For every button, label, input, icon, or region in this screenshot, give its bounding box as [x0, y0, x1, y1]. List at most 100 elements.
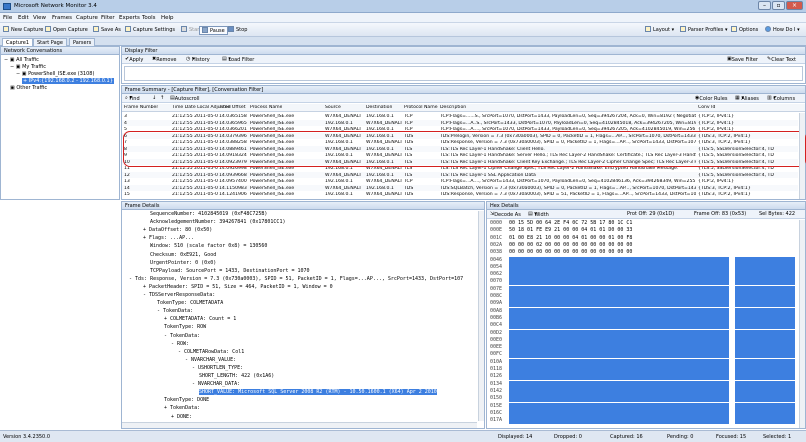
hex-row[interactable]: 017A: [487, 417, 798, 425]
col-protocol[interactable]: Protocol Name: [404, 105, 438, 111]
options-button[interactable]: Options: [731, 26, 758, 35]
details-vertical-scrollbar[interactable]: [478, 211, 484, 421]
hex-row[interactable]: 002A 00 00 00 02 00 00 00 00 00 00 00 00 …: [487, 242, 798, 249]
hex-row[interactable]: 001C 01 00 E8 21 10 00 00 04 01 00 00 01 …: [487, 235, 798, 242]
detail-node[interactable]: - NVARCHAR_VALUE:: [185, 357, 236, 364]
tab-start-page[interactable]: Start Page: [33, 38, 67, 46]
hex-row[interactable]: 0134: [487, 380, 798, 388]
detail-node[interactable]: + COLMETADATA: Count = 1: [164, 316, 236, 323]
col-destination[interactable]: Destination: [366, 105, 392, 111]
menu-capture[interactable]: Capture: [76, 15, 98, 21]
detail-node[interactable]: - NVARCHAR_DATA:: [192, 381, 240, 388]
detail-node[interactable]: TCPPayload: SourcePort = 1433, Destinati…: [150, 268, 310, 275]
history-button[interactable]: ◷ History ▾: [186, 56, 210, 63]
autoscroll-toggle[interactable]: ▤ Autoscroll: [170, 95, 199, 102]
width-button[interactable]: ▤ Width ▾: [528, 211, 549, 218]
col-source[interactable]: Source: [325, 105, 341, 111]
details-horizontal-scrollbar[interactable]: [122, 422, 477, 428]
col-time-offset[interactable]: Time Offset: [219, 105, 246, 111]
hex-row[interactable]: 016C: [487, 409, 798, 417]
hex-row[interactable]: 010A: [487, 358, 798, 366]
detail-node[interactable]: - COLMETARowData: Col1: [178, 349, 244, 356]
how-do-i-button[interactable]: How Do I ▾: [765, 26, 800, 35]
hex-row[interactable]: 0038 00 00 00 00 00 00 00 00 00 00 00 00 …: [487, 249, 798, 256]
close-button[interactable]: ×: [786, 1, 803, 10]
load-filter-button[interactable]: ▤ Load Filter ▾: [222, 56, 254, 63]
detail-node[interactable]: Window: 510 (scale factor 0x8) = 130560: [150, 243, 267, 250]
save-as-button[interactable]: Save As: [93, 26, 121, 35]
menu-edit[interactable]: Edit: [18, 15, 29, 21]
hex-row[interactable]: 00D2: [487, 329, 798, 337]
tree-other-traffic[interactable]: ▣ Other Traffic: [10, 85, 47, 91]
detail-node[interactable]: SHORT_VALUE: Microsoft SQL Server 2008 R…: [199, 389, 437, 396]
detail-node[interactable]: + PacketHeader: SPID = 51, Size = 464, P…: [143, 284, 333, 291]
menu-tools[interactable]: Tools: [142, 15, 156, 21]
hex-row[interactable]: 0046: [487, 256, 798, 264]
tree-my-traffic[interactable]: − ▣ My Traffic: [10, 64, 46, 70]
find-button[interactable]: ⌕ Find ▾: [125, 95, 140, 102]
stop-button[interactable]: Stop: [228, 26, 247, 35]
parser-profiles-button[interactable]: Parser Profiles ▾: [680, 26, 728, 35]
col-conv-id[interactable]: Conv Id: [698, 105, 715, 111]
detail-node[interactable]: TokenType: ROW: [164, 324, 206, 331]
decode-as-button[interactable]: ⇲ Decode As: [490, 211, 521, 218]
hex-row[interactable]: 0126: [487, 373, 798, 381]
col-process-name[interactable]: Process Name: [250, 105, 282, 111]
detail-node[interactable]: TokenType: DONE: [164, 397, 209, 404]
hex-row[interactable]: 00E0: [487, 336, 798, 344]
columns-button[interactable]: ▥ Columns ▾: [767, 95, 795, 102]
maximize-button[interactable]: ▫: [772, 1, 785, 10]
detail-node[interactable]: Checksum: 0xE921, Good: [150, 252, 216, 259]
col-frame-number[interactable]: Frame Number: [124, 105, 158, 111]
layout-button[interactable]: Layout ▾: [645, 26, 674, 35]
hex-row[interactable]: 008C: [487, 293, 798, 300]
menu-filter[interactable]: Filter: [101, 15, 115, 21]
minimize-button[interactable]: –: [758, 1, 771, 10]
hex-row[interactable]: 0150: [487, 395, 798, 403]
pause-button[interactable]: Pause: [199, 26, 228, 35]
apply-button[interactable]: ✔ Apply: [125, 56, 143, 63]
tree-process[interactable]: − ▣ PowerShell_ISE.exe (3108): [16, 71, 94, 77]
hex-row[interactable]: 00EE: [487, 344, 798, 352]
detail-node[interactable]: SHORT_LENGTH: 422 (0x1A6): [199, 373, 274, 380]
aliases-button[interactable]: ▦ Aliases ▾: [735, 95, 759, 102]
hex-row[interactable]: 007E: [487, 285, 798, 293]
hex-row[interactable]: 0062: [487, 271, 798, 279]
hex-row[interactable]: 0142: [487, 387, 798, 395]
detail-node[interactable]: AcknowledgementNumber: 394267841 (0x1780…: [150, 219, 285, 226]
hex-row[interactable]: 000E 50 18 01 FE E9 21 00 00 04 01 01 D0 …: [487, 227, 798, 234]
hex-scrollbar[interactable]: [799, 220, 805, 428]
tree-ipv4-conversation[interactable]: + IPv4:{192.168.0.2 - 192.168.0.1}: [22, 78, 114, 84]
detail-node[interactable]: - Tds: Response, Version = 7.3 (0x730a00…: [129, 276, 463, 283]
clear-text-button[interactable]: ✎ Clear Text: [767, 56, 796, 63]
open-capture-button[interactable]: Open Capture: [45, 26, 88, 35]
hex-row[interactable]: 0054: [487, 263, 798, 271]
menu-file[interactable]: File: [3, 15, 12, 21]
detail-node[interactable]: SequenceNumber: 4102845019 (0xF48C725B): [150, 211, 267, 218]
capture-settings-button[interactable]: Capture Settings: [125, 26, 175, 35]
table-row[interactable]: 1621:12:55 2011-05-0514.3266666PowerShel…: [122, 197, 798, 198]
menu-experts[interactable]: Experts: [119, 15, 140, 21]
menu-view[interactable]: View: [33, 15, 46, 21]
remove-button[interactable]: ✖ Remove: [152, 56, 177, 63]
next-frame-icon[interactable]: ↓: [152, 95, 156, 102]
frame-table-scrollbar[interactable]: [799, 113, 805, 199]
detail-node[interactable]: - TokenData:: [157, 308, 193, 315]
detail-node[interactable]: - TDSServerResponseData:: [143, 292, 215, 299]
detail-node[interactable]: - USHORTLEN_TYPE:: [192, 365, 243, 372]
filter-text-input[interactable]: [124, 66, 803, 81]
col-description[interactable]: Description: [440, 105, 466, 111]
hex-row[interactable]: 009A: [487, 300, 798, 308]
new-capture-button[interactable]: New Capture: [3, 26, 43, 35]
hex-row[interactable]: 00C4: [487, 322, 798, 330]
hex-row[interactable]: 0070: [487, 278, 798, 286]
prev-frame-icon[interactable]: ↑: [160, 95, 164, 102]
detail-node[interactable]: + DONE:: [171, 414, 192, 421]
menu-frames[interactable]: Frames: [52, 15, 72, 21]
detail-node[interactable]: + TokenData:: [164, 405, 200, 412]
menu-help[interactable]: Help: [161, 15, 174, 21]
hex-row[interactable]: 00FC: [487, 351, 798, 359]
hex-row[interactable]: 00A8: [487, 307, 798, 315]
save-filter-button[interactable]: ▣ Save Filter: [727, 56, 758, 63]
color-rules-button[interactable]: ◉ Color Rules: [695, 95, 728, 102]
